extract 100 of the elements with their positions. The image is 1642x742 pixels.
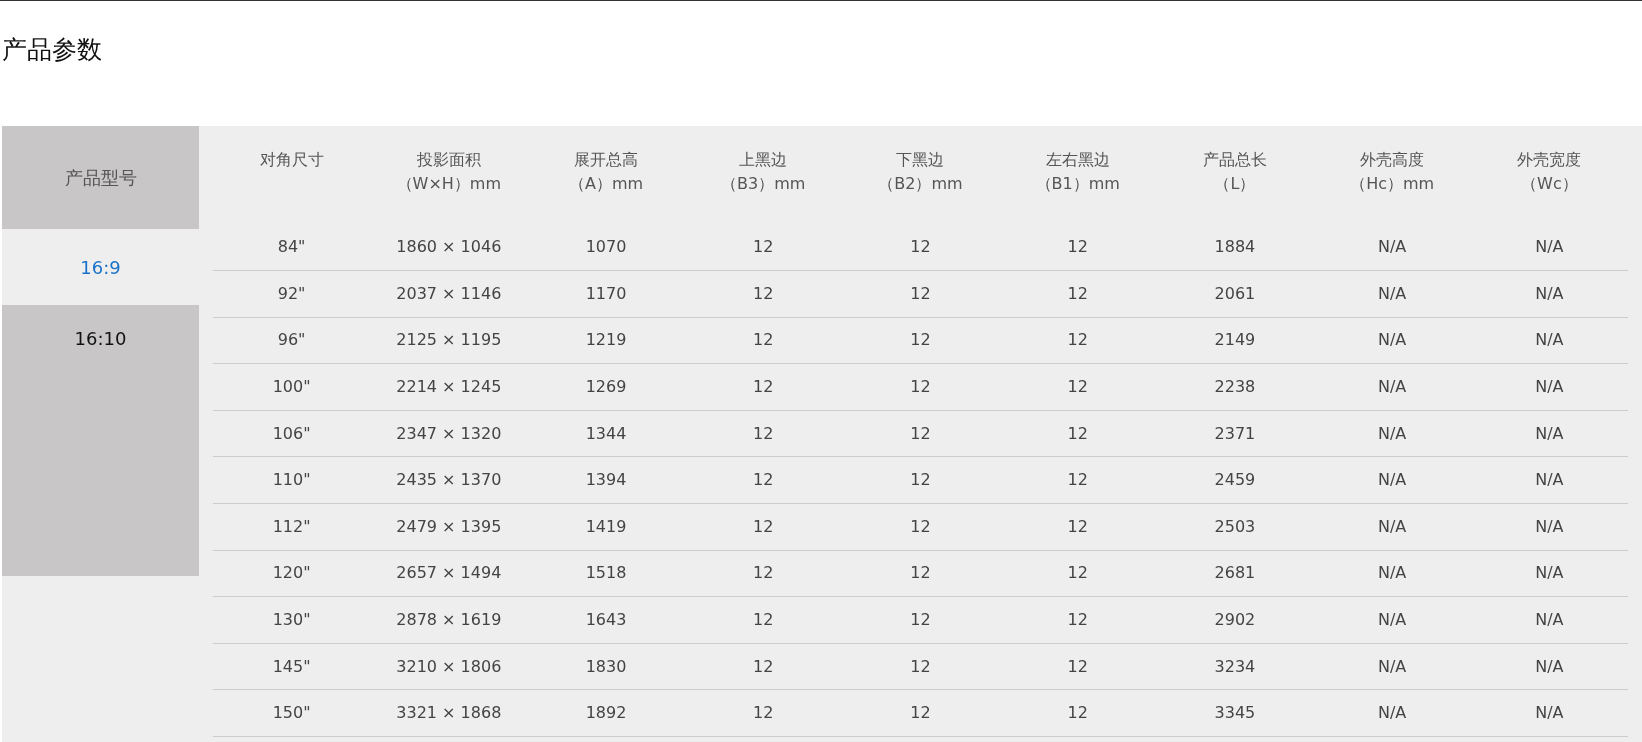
table-cell: 12 — [999, 270, 1157, 318]
table-cell: 2657 × 1494 — [370, 550, 528, 597]
table-cell: 12 — [999, 224, 1157, 271]
table-cell: 12 — [684, 363, 842, 411]
table-cell: 2061 — [1156, 270, 1314, 318]
table-cell: 2681 — [1156, 550, 1314, 597]
table-cell: N/A — [1313, 317, 1471, 364]
column-header: 对角尺寸 — [258, 149, 325, 171]
table-cell: 12 — [841, 503, 1000, 551]
table-cell: 12 — [841, 456, 1000, 504]
table-cell: 120" — [213, 550, 371, 597]
table-cell: 12 — [684, 224, 842, 271]
table-cell: 12 — [841, 689, 1000, 737]
table-cell: 106" — [213, 410, 371, 457]
table-cell: 12 — [684, 550, 842, 597]
table-cell: 12 — [841, 596, 1000, 644]
table-cell: 1419 — [527, 503, 685, 551]
table-cell: 12 — [999, 363, 1157, 411]
table-cell: 1892 — [527, 689, 685, 737]
table-cell: 12 — [684, 689, 842, 737]
table-cell: 2214 × 1245 — [370, 363, 528, 411]
table-cell: N/A — [1313, 550, 1471, 597]
table-cell: N/A — [1313, 224, 1471, 271]
table-cell: N/A — [1470, 550, 1628, 597]
header-cell: 产品型号 — [2, 126, 199, 229]
table-cell: 2435 × 1370 — [370, 456, 528, 504]
table-cell: 3345 — [1156, 689, 1314, 737]
ratio-tab[interactable]: 16:10 — [2, 305, 199, 576]
table-cell: N/A — [1470, 270, 1628, 318]
table-cell: 12 — [684, 643, 842, 690]
table-cell: 2125 × 1195 — [370, 317, 528, 364]
table-cell: 12 — [999, 317, 1157, 364]
table-cell: 3210 × 1806 — [370, 643, 528, 690]
table-cell: 2238 — [1156, 363, 1314, 411]
table-cell: 1219 — [527, 317, 685, 364]
table-cell: N/A — [1313, 596, 1471, 644]
table-cell: 84" — [213, 224, 371, 271]
table-cell: N/A — [1313, 363, 1471, 411]
table-cell: 110" — [213, 456, 371, 504]
table-cell: 130" — [213, 596, 371, 644]
table-cell: 3321 × 1868 — [370, 689, 528, 737]
table-cell: N/A — [1470, 410, 1628, 457]
table-cell: 12 — [999, 456, 1157, 504]
table-cell: 12 — [999, 550, 1157, 597]
table-cell: N/A — [1313, 270, 1471, 318]
table-cell: 96" — [213, 317, 371, 364]
column-header: 外壳宽度（Wc） — [1516, 149, 1583, 195]
table-cell: N/A — [1313, 643, 1471, 690]
table-cell: N/A — [1470, 363, 1628, 411]
table-cell: 1643 — [527, 596, 685, 644]
table-cell: 2149 — [1156, 317, 1314, 364]
table-cell: 12 — [999, 689, 1157, 737]
table-cell: N/A — [1470, 643, 1628, 690]
table-cell: 12 — [841, 363, 1000, 411]
table-cell: 1394 — [527, 456, 685, 504]
table-cell: N/A — [1470, 317, 1628, 364]
table-cell: 12 — [684, 596, 842, 644]
table-cell: 1070 — [527, 224, 685, 271]
table-cell: 12 — [841, 270, 1000, 318]
table-cell: 2037 × 1146 — [370, 270, 528, 318]
table-cell: 12 — [684, 456, 842, 504]
table-cell: 1518 — [527, 550, 685, 597]
column-header: 上黑边（B3）mm — [720, 149, 807, 195]
table-cell: 1860 × 1046 — [370, 224, 528, 271]
table-cell: 112" — [213, 503, 371, 551]
table-cell: 12 — [841, 410, 1000, 457]
table-cell: 2347 × 1320 — [370, 410, 528, 457]
column-header: 投影面积（W×H）mm — [395, 149, 503, 195]
column-header: 外壳高度（Hc）mm — [1349, 149, 1436, 195]
table-cell: 150" — [213, 689, 371, 737]
table-cell: 12 — [841, 224, 1000, 271]
table-cell: N/A — [1470, 224, 1628, 271]
table-cell: 12 — [999, 410, 1157, 457]
table-cell: 2503 — [1156, 503, 1314, 551]
page-title: 产品参数 — [1, 34, 103, 66]
table-cell: N/A — [1313, 503, 1471, 551]
table-cell: 2459 — [1156, 456, 1314, 504]
table-cell: 12 — [999, 643, 1157, 690]
table-cell: 100" — [213, 363, 371, 411]
table-cell: 2479 × 1395 — [370, 503, 528, 551]
table-cell: 12 — [841, 550, 1000, 597]
table-cell: 12 — [684, 317, 842, 364]
table-cell: N/A — [1470, 689, 1628, 737]
table-cell: 92" — [213, 270, 371, 318]
table-cell: 12 — [841, 643, 1000, 690]
column-header: 展开总高（A）mm — [568, 149, 645, 195]
table-cell: 3234 — [1156, 643, 1314, 690]
column-header: 左右黑边（B1）mm — [1034, 149, 1121, 195]
table-cell: 12 — [684, 503, 842, 551]
table-cell: 2878 × 1619 — [370, 596, 528, 644]
table-cell: 145" — [213, 643, 371, 690]
table-cell: 1170 — [527, 270, 685, 318]
table-cell: N/A — [1313, 689, 1471, 737]
table-cell: 1269 — [527, 363, 685, 411]
table-cell: 12 — [999, 503, 1157, 551]
table-cell: 1830 — [527, 643, 685, 690]
table-cell: N/A — [1470, 503, 1628, 551]
table-cell: 2902 — [1156, 596, 1314, 644]
table-cell: N/A — [1313, 410, 1471, 457]
table-cell: N/A — [1470, 596, 1628, 644]
